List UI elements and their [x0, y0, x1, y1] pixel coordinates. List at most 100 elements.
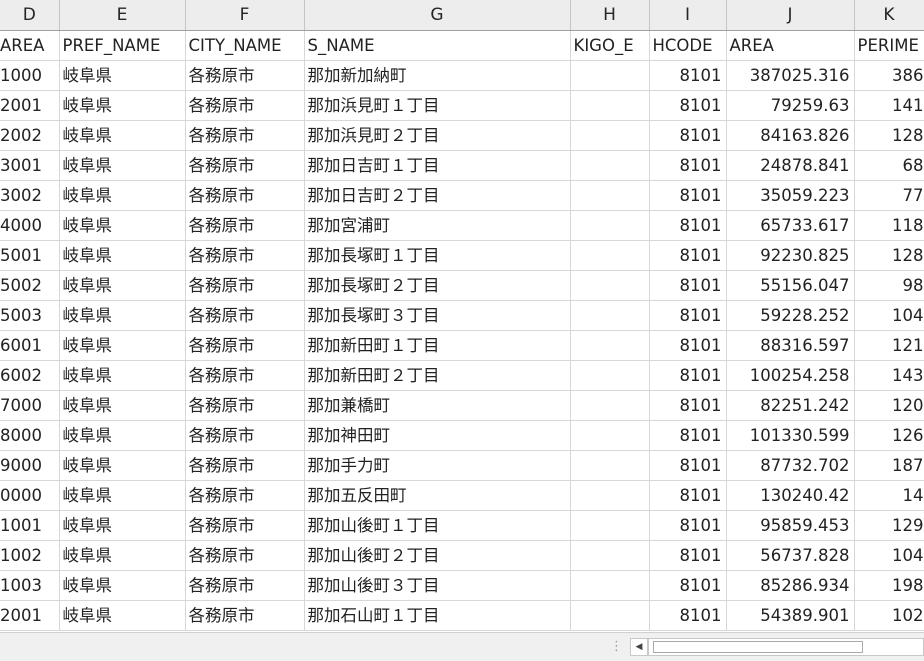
cell-f[interactable]: 各務原市 — [185, 420, 305, 451]
horizontal-scrollbar[interactable] — [648, 638, 924, 656]
cell-h[interactable] — [570, 540, 650, 571]
cell-h[interactable] — [570, 180, 650, 211]
cell-i[interactable]: 8101 — [649, 330, 727, 361]
cell-g[interactable]: 那加日吉町１丁目 — [304, 150, 571, 181]
cell-e[interactable]: 岐阜県 — [59, 480, 186, 511]
cell-k[interactable]: 118 — [854, 210, 924, 241]
field-header-cell[interactable]: AREA — [0, 30, 60, 61]
cell-d[interactable]: 1002 — [0, 540, 60, 571]
cell-d[interactable]: 9000 — [0, 450, 60, 481]
cell-e[interactable]: 岐阜県 — [59, 90, 186, 121]
cell-g[interactable]: 那加長塚町３丁目 — [304, 300, 571, 331]
cell-e[interactable]: 岐阜県 — [59, 150, 186, 181]
cell-f[interactable]: 各務原市 — [185, 540, 305, 571]
cell-k[interactable]: 68 — [854, 150, 924, 181]
cell-f[interactable]: 各務原市 — [185, 120, 305, 151]
cell-f[interactable]: 各務原市 — [185, 150, 305, 181]
cell-e[interactable]: 岐阜県 — [59, 540, 186, 571]
cell-f[interactable]: 各務原市 — [185, 510, 305, 541]
cell-h[interactable] — [570, 150, 650, 181]
cell-e[interactable]: 岐阜県 — [59, 210, 186, 241]
cell-d[interactable]: 8000 — [0, 420, 60, 451]
cell-f[interactable]: 各務原市 — [185, 270, 305, 301]
cell-e[interactable]: 岐阜県 — [59, 510, 186, 541]
cell-k[interactable]: 128 — [854, 240, 924, 271]
cell-g[interactable]: 那加山後町１丁目 — [304, 510, 571, 541]
field-header-cell[interactable]: PERIME — [854, 30, 924, 61]
cell-d[interactable]: 6001 — [0, 330, 60, 361]
cell-f[interactable]: 各務原市 — [185, 390, 305, 421]
cell-k[interactable]: 129 — [854, 510, 924, 541]
cell-j[interactable]: 35059.223 — [726, 180, 855, 211]
cell-h[interactable] — [570, 60, 650, 91]
cell-h[interactable] — [570, 90, 650, 121]
cell-i[interactable]: 8101 — [649, 600, 727, 631]
cell-g[interactable]: 那加宮浦町 — [304, 210, 571, 241]
cell-f[interactable]: 各務原市 — [185, 90, 305, 121]
cell-j[interactable]: 130240.42 — [726, 480, 855, 511]
column-header-d[interactable]: D — [0, 0, 60, 31]
cell-i[interactable]: 8101 — [649, 420, 727, 451]
cell-e[interactable]: 岐阜県 — [59, 300, 186, 331]
cell-d[interactable]: 5001 — [0, 240, 60, 271]
cell-d[interactable]: 0000 — [0, 480, 60, 511]
cell-i[interactable]: 8101 — [649, 210, 727, 241]
cell-i[interactable]: 8101 — [649, 510, 727, 541]
cell-d[interactable]: 1003 — [0, 570, 60, 601]
cell-k[interactable]: 14 — [854, 480, 924, 511]
cell-i[interactable]: 8101 — [649, 270, 727, 301]
cell-g[interactable]: 那加山後町２丁目 — [304, 540, 571, 571]
cell-d[interactable]: 3001 — [0, 150, 60, 181]
cell-i[interactable]: 8101 — [649, 150, 727, 181]
cell-f[interactable]: 各務原市 — [185, 240, 305, 271]
cell-k[interactable]: 187 — [854, 450, 924, 481]
cell-g[interactable]: 那加五反田町 — [304, 480, 571, 511]
cell-j[interactable]: 387025.316 — [726, 60, 855, 91]
cell-h[interactable] — [570, 390, 650, 421]
cell-g[interactable]: 那加石山町１丁目 — [304, 600, 571, 631]
cell-j[interactable]: 84163.826 — [726, 120, 855, 151]
cell-d[interactable]: 7000 — [0, 390, 60, 421]
cell-h[interactable] — [570, 330, 650, 361]
cell-h[interactable] — [570, 360, 650, 391]
cell-i[interactable]: 8101 — [649, 180, 727, 211]
cell-g[interactable]: 那加新田町２丁目 — [304, 360, 571, 391]
cell-g[interactable]: 那加山後町３丁目 — [304, 570, 571, 601]
cell-i[interactable]: 8101 — [649, 480, 727, 511]
cell-h[interactable] — [570, 420, 650, 451]
cell-f[interactable]: 各務原市 — [185, 480, 305, 511]
cell-i[interactable]: 8101 — [649, 120, 727, 151]
cell-i[interactable]: 8101 — [649, 300, 727, 331]
field-header-cell[interactable]: AREA — [726, 30, 855, 61]
cell-i[interactable]: 8101 — [649, 360, 727, 391]
cell-k[interactable]: 98 — [854, 270, 924, 301]
cell-i[interactable]: 8101 — [649, 570, 727, 601]
cell-e[interactable]: 岐阜県 — [59, 270, 186, 301]
cell-h[interactable] — [570, 300, 650, 331]
cell-k[interactable]: 126 — [854, 420, 924, 451]
cell-e[interactable]: 岐阜県 — [59, 240, 186, 271]
cell-g[interactable]: 那加長塚町２丁目 — [304, 270, 571, 301]
cell-e[interactable]: 岐阜県 — [59, 570, 186, 601]
cell-f[interactable]: 各務原市 — [185, 300, 305, 331]
cell-h[interactable] — [570, 210, 650, 241]
cell-g[interactable]: 那加浜見町１丁目 — [304, 90, 571, 121]
cell-k[interactable]: 102 — [854, 600, 924, 631]
cell-f[interactable]: 各務原市 — [185, 600, 305, 631]
field-header-cell[interactable]: S_NAME — [304, 30, 571, 61]
cell-d[interactable]: 2002 — [0, 120, 60, 151]
column-header-e[interactable]: E — [59, 0, 186, 31]
cell-j[interactable]: 79259.63 — [726, 90, 855, 121]
spreadsheet-grid[interactable]: DEFGHIJK AREA PREF_NAME CITY_NAME S_NAME KIG… — [0, 0, 924, 632]
cell-j[interactable]: 24878.841 — [726, 150, 855, 181]
cell-e[interactable]: 岐阜県 — [59, 450, 186, 481]
cell-k[interactable]: 121 — [854, 330, 924, 361]
cell-g[interactable]: 那加長塚町１丁目 — [304, 240, 571, 271]
cell-f[interactable]: 各務原市 — [185, 360, 305, 391]
cell-k[interactable]: 143 — [854, 360, 924, 391]
cell-f[interactable]: 各務原市 — [185, 330, 305, 361]
cell-h[interactable] — [570, 240, 650, 271]
field-header-cell[interactable]: HCODE — [649, 30, 727, 61]
cell-d[interactable]: 3002 — [0, 180, 60, 211]
field-header-cell[interactable]: CITY_NAME — [185, 30, 305, 61]
